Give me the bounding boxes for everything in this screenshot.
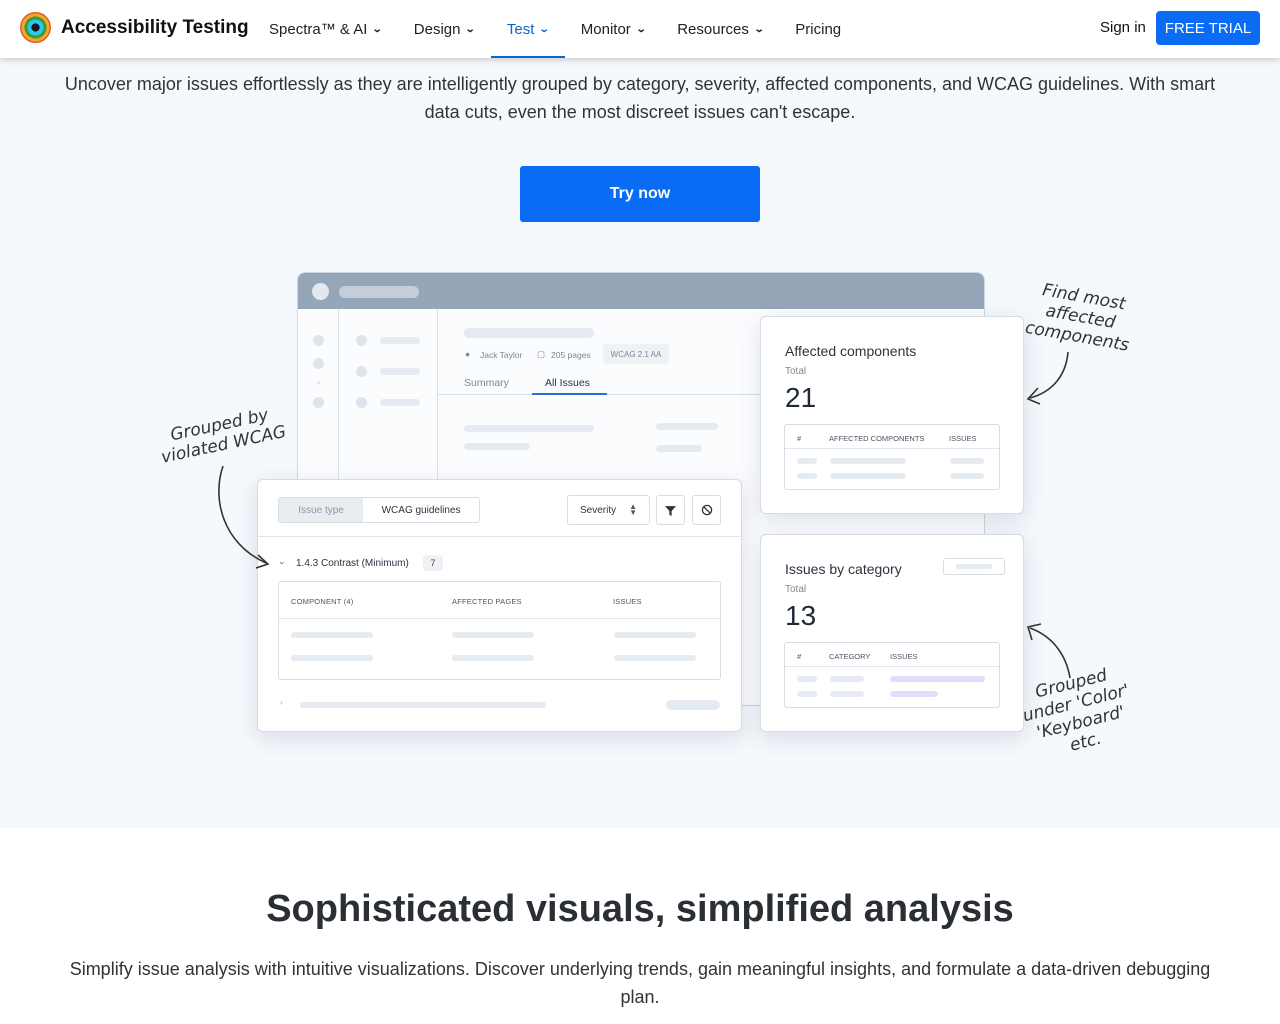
chevron-down-icon: ⌄	[635, 23, 647, 35]
menu-label: Resources	[677, 20, 749, 38]
issues-illustration: ● Jack Taylor ▢ 205 pages WCAG 2.1 AA Su…	[0, 58, 1280, 828]
hero-section: Uncover major issues effortlessly as the…	[0, 58, 1280, 828]
sign-in-link[interactable]: Sign in	[1100, 19, 1146, 36]
menu-label: Monitor	[580, 20, 631, 38]
chevron-down-icon: ⌄	[372, 23, 384, 35]
chevron-down-icon: ⌄	[465, 23, 477, 35]
menu-item-resources[interactable]: Resources ⌄	[661, 0, 779, 58]
menu-item-test[interactable]: Test ⌄	[490, 0, 565, 58]
menu-item-design[interactable]: Design ⌄	[398, 0, 491, 58]
menu-label: Spectra™ & AI	[269, 20, 368, 38]
chevron-down-icon: ⌄	[539, 23, 551, 35]
brand-name[interactable]: Accessibility Testing	[61, 17, 249, 39]
menu-item-monitor[interactable]: Monitor ⌄	[565, 0, 661, 58]
menu-label: Design	[413, 20, 461, 38]
arrow-to-wcag-group	[218, 465, 267, 564]
chevron-down-icon: ⌄	[753, 23, 765, 35]
main-menu: Spectra™ & AI ⌄ Design ⌄ Test ⌄ Monitor ⌄ Re…	[253, 0, 857, 58]
section-description: Simplify issue analysis with intuitive v…	[69, 959, 1211, 1007]
top-navigation: Accessibility Testing Spectra™ & AI ⌄ Des…	[0, 0, 1280, 58]
menu-label: Test	[506, 20, 535, 38]
menu-item-spectra[interactable]: Spectra™ & AI ⌄	[253, 0, 398, 58]
brand-logo-icon[interactable]	[20, 12, 51, 43]
menu-label: Pricing	[795, 20, 842, 38]
menu-item-pricing[interactable]: Pricing	[779, 0, 857, 58]
free-trial-button[interactable]: FREE TRIAL	[1156, 11, 1260, 45]
arrow-to-category	[1029, 627, 1071, 679]
section-title: Sophisticated visuals, simplified analys…	[266, 888, 1014, 930]
annotation-arrows	[218, 351, 1071, 679]
